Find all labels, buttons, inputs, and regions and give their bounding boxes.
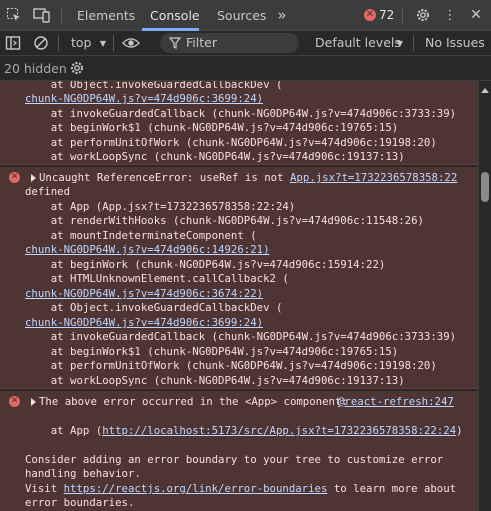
live-expression-eye-icon[interactable] [122,34,140,52]
scrollbar[interactable] [478,81,491,511]
source-link[interactable]: App.jsx?t=1732236578358:22 [290,171,457,184]
stack-line[interactable]: at invokeGuardedCallback (chunk-NG0DP64W… [25,330,456,343]
chevron-down-icon[interactable]: ▼ [94,34,112,52]
divider [402,8,403,24]
scrollbar-thumb[interactable] [481,172,489,202]
stack-line[interactable]: at beginWork (chunk-NG0DP64W.js?v=474d90… [25,258,386,271]
error-message-text: The above error occurred in the <App> co… [39,395,348,408]
stack-link[interactable]: http://localhost:5173/src/App.jsx?t=1732… [102,424,456,437]
stack-line[interactable]: at performUnitOfWork (chunk-NG0DP64W.js?… [25,359,437,372]
divider [113,35,114,51]
divider [61,8,62,24]
error-message-text: Uncaught ReferenceError: useRef is not [39,171,284,184]
visit-suffix: to learn more about [327,482,457,495]
stack-line[interactable]: at renderWithHooks (chunk-NG0DP64W.js?v=… [25,214,424,227]
console-output: at Object.invokeGuardedCallbackDev ( chu… [0,81,478,511]
hidden-count: 20 hidden [4,61,67,76]
tab-sources[interactable]: Sources [217,0,266,31]
error-icon: ✕ [9,396,20,407]
error-count[interactable]: 72 [379,8,394,22]
clear-console-icon[interactable] [32,34,50,52]
close-icon[interactable]: ✕ [467,6,485,24]
divider [413,35,414,51]
advice-text: error boundaries. [25,496,135,509]
error-boundaries-link[interactable]: https://reactjs.org/link/error-boundarie… [64,482,328,495]
stack-suffix: ) [456,424,463,437]
stack-line: at HTMLUnknownElement.callCallback2 ( [25,272,289,285]
advice-text: Consider adding an error boundary to you… [25,453,444,466]
settings-gear-icon[interactable] [414,6,432,24]
stack-line[interactable]: at App (App.jsx?t=1732236578358:22:24) [25,200,296,213]
console-error-message: at Object.invokeGuardedCallbackDev ( chu… [0,81,478,165]
sidebar-toggle-icon[interactable] [4,34,22,52]
stack-line[interactable]: at performUnitOfWork (chunk-NG0DP64W.js?… [25,136,437,149]
stack-prefix: at App ( [25,424,103,437]
advice-text: handling behavior. [25,467,141,480]
stack-line: at Object.invokeGuardedCallbackDev ( [25,301,283,314]
error-icon: ✕ [9,172,20,183]
stack-line[interactable]: at invokeGuardedCallback (chunk-NG0DP64W… [25,107,456,120]
stack-line[interactable]: at beginWork$1 (chunk-NG0DP64W.js?v=474d… [25,121,398,134]
console-error-message: ✕ The above error occurred in the <App> … [0,391,478,511]
divider [58,35,59,51]
visit-prefix: Visit [25,482,64,495]
stack-line[interactable]: at beginWork$1 (chunk-NG0DP64W.js?v=474d… [25,345,398,358]
stack-line: at Object.invokeGuardedCallbackDev ( [25,81,283,91]
tab-elements[interactable]: Elements [77,0,135,31]
stack-line[interactable]: at workLoopSync (chunk-NG0DP64W.js?v=474… [25,374,405,387]
select-element-icon[interactable] [5,6,23,24]
expand-triangle-icon[interactable] [31,174,36,182]
issues-button[interactable]: No Issues [425,35,485,50]
filter-icon [166,34,184,52]
stack-link[interactable]: chunk-NG0DP64W.js?v=474d906c:3674:22) [25,287,263,300]
filter-placeholder: Filter [186,35,217,50]
tab-console[interactable]: Console [150,0,200,31]
console-error-message: ✕ Uncaught ReferenceError: useRef is not… [0,167,478,389]
device-toolbar-icon[interactable] [33,6,51,24]
advice-text: Visit https://reactjs.org/link/error-bou… [25,482,456,495]
stack-line[interactable]: at workLoopSync (chunk-NG0DP64W.js?v=474… [25,150,405,163]
stack-link[interactable]: chunk-NG0DP64W.js?v=474d906c:14926:21) [25,243,270,256]
source-link[interactable]: @react-refresh:247 [338,395,454,408]
stack-link[interactable]: chunk-NG0DP64W.js?v=474d906c:3699:24) [25,92,263,105]
error-icon[interactable]: ✕ [364,9,376,21]
stack-line: at App (http://localhost:5173/src/App.js… [25,424,463,437]
stack-link[interactable]: chunk-NG0DP64W.js?v=474d906c:3699:24) [25,316,263,329]
console-settings-gear-icon[interactable] [68,59,86,77]
stack-line: at mountIndeterminateComponent ( [25,229,257,242]
context-select[interactable]: top [71,35,91,50]
log-levels-dropdown[interactable]: Default levels [315,35,401,50]
more-tabs-icon[interactable]: » [273,6,291,24]
expand-triangle-icon[interactable] [31,398,36,406]
more-options-icon[interactable]: ⋮ [441,6,459,24]
chevron-down-icon[interactable]: ▼ [391,34,409,52]
scroll-up-arrow-icon[interactable] [481,88,489,93]
error-message-text: defined [25,185,71,198]
